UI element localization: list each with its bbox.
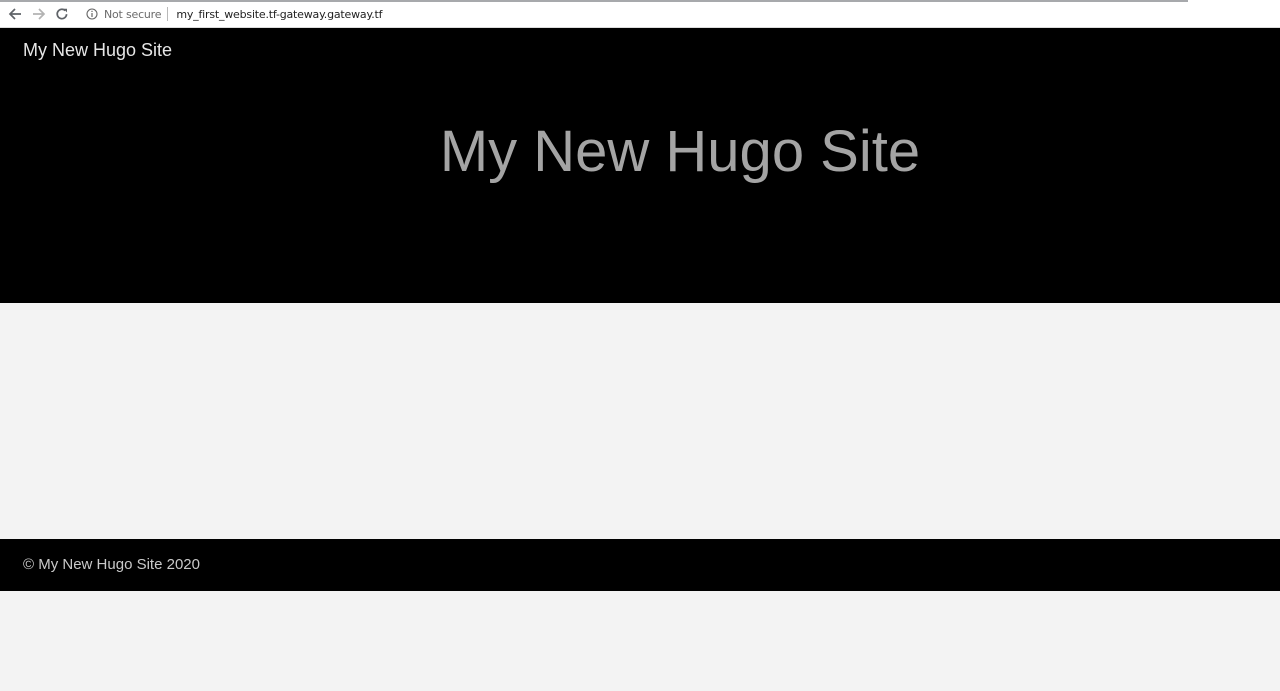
arrow-left-icon xyxy=(8,8,21,20)
reload-button[interactable] xyxy=(53,5,71,23)
address-bar[interactable]: Not secure my_first_website.tf-gateway.g… xyxy=(80,3,1270,25)
site-brand-link[interactable]: My New Hugo Site xyxy=(23,40,172,61)
arrow-right-icon xyxy=(33,8,46,20)
url-text[interactable]: my_first_website.tf-gateway.gateway.tf xyxy=(176,8,382,21)
forward-button[interactable] xyxy=(30,5,48,23)
loading-bar xyxy=(0,0,1188,2)
main-content xyxy=(0,303,1280,539)
reload-icon xyxy=(56,8,68,20)
info-icon[interactable] xyxy=(85,7,99,21)
footer-copyright: © My New Hugo Site 2020 xyxy=(23,556,200,573)
site-header: My New Hugo Site My New Hugo Site xyxy=(0,28,1280,303)
omnibox-divider xyxy=(167,7,169,21)
browser-toolbar: Not secure my_first_website.tf-gateway.g… xyxy=(0,0,1280,28)
page-title: My New Hugo Site xyxy=(439,119,921,184)
site-footer: © My New Hugo Site 2020 xyxy=(0,539,1280,591)
back-button[interactable] xyxy=(6,5,24,23)
security-status[interactable]: Not secure xyxy=(104,8,162,21)
